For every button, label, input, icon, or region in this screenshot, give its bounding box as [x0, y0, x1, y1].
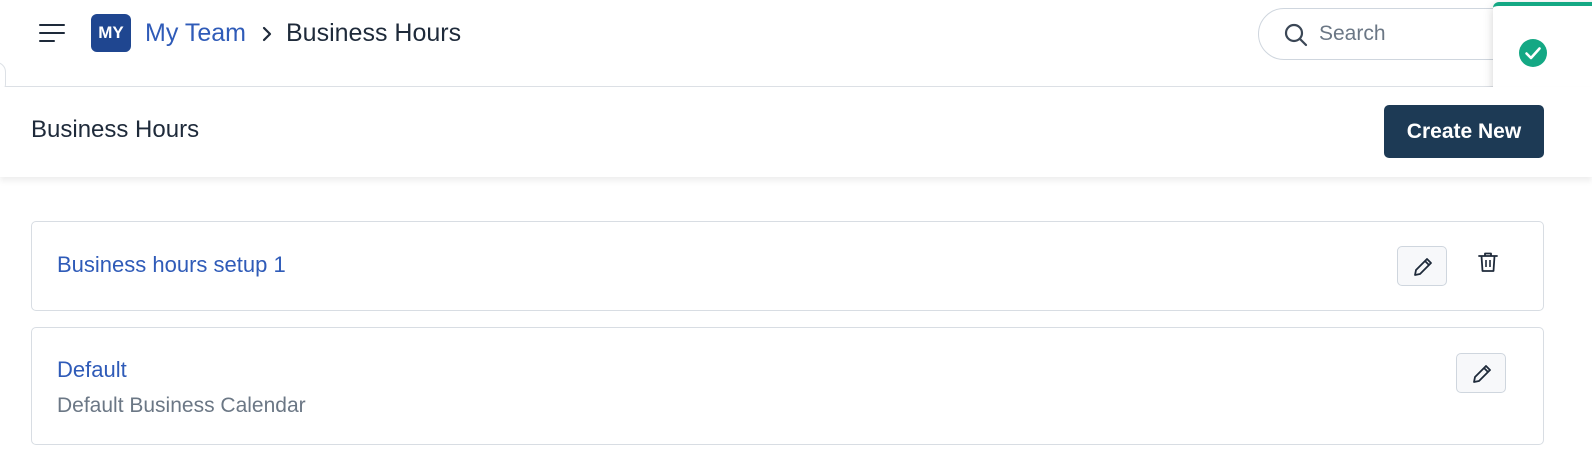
hamburger-menu-icon[interactable] — [36, 20, 70, 48]
business-hours-description: Default Business Calendar — [57, 394, 306, 417]
create-new-button[interactable]: Create New — [1384, 105, 1544, 158]
search-icon — [1284, 23, 1308, 47]
team-avatar[interactable]: MY — [91, 14, 131, 52]
pencil-icon — [1473, 365, 1491, 383]
chevron-right-icon — [262, 26, 272, 42]
check-circle-icon — [1519, 39, 1547, 67]
trash-icon — [1478, 252, 1498, 272]
page-header: Business Hours Create New — [0, 87, 1592, 177]
pencil-icon — [1414, 258, 1432, 276]
business-hours-title-link[interactable]: Business hours setup 1 — [57, 252, 286, 278]
top-bar: MY My Team Business Hours — [0, 0, 1592, 125]
edit-button[interactable] — [1456, 353, 1506, 393]
edit-button[interactable] — [1397, 246, 1447, 286]
breadcrumb-team-link[interactable]: My Team — [145, 19, 246, 48]
breadcrumb-current: Business Hours — [286, 19, 462, 47]
page-title: Business Hours — [31, 116, 200, 143]
list-item: Business hours setup 1 — [31, 221, 1544, 311]
business-hours-title-link[interactable]: Default — [57, 357, 127, 383]
delete-button[interactable] — [1472, 246, 1504, 278]
list-item: Default Default Business Calendar — [31, 327, 1544, 445]
